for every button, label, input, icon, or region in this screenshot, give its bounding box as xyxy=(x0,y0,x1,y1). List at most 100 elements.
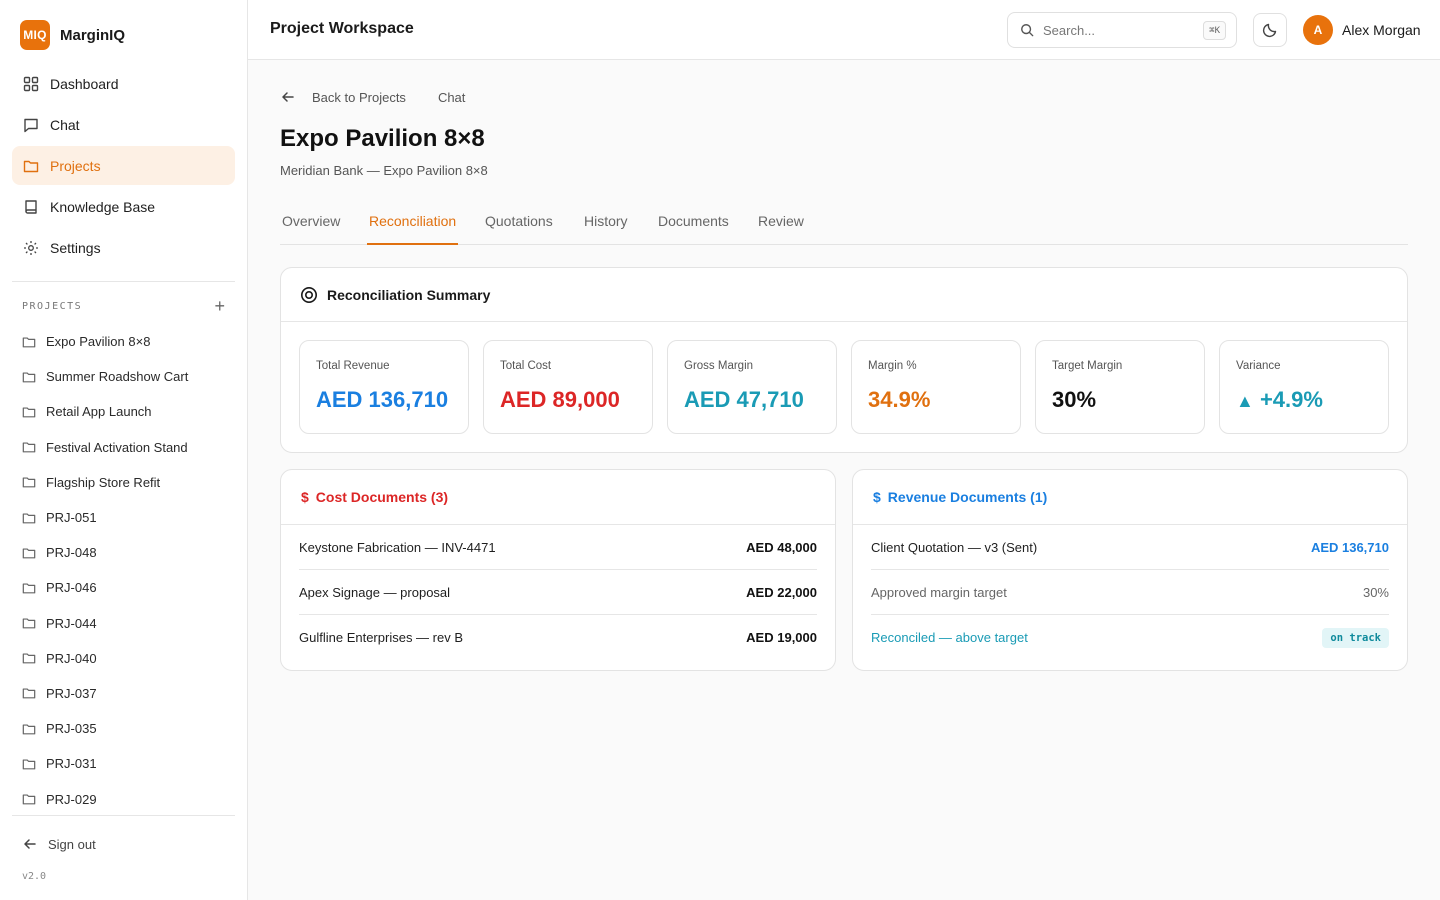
sidebar-divider xyxy=(12,281,235,282)
revenue-documents-title: Revenue Documents (1) xyxy=(887,489,1048,505)
project-list-item[interactable]: PRJ-051 xyxy=(22,500,232,535)
project-name: PRJ-029 xyxy=(46,791,97,807)
project-list-item[interactable]: Flagship Store Refit xyxy=(22,465,232,500)
brand-logo: MIQ xyxy=(20,20,50,50)
project-list-item[interactable]: Expo Pavilion 8×8 xyxy=(22,324,232,359)
folder-icon xyxy=(22,335,36,349)
project-list-item[interactable]: PRJ-037 xyxy=(22,676,232,711)
metric-value: 34.9% xyxy=(868,387,931,412)
project-list: Expo Pavilion 8×8 Summer Roadshow Cart R… xyxy=(22,324,232,817)
sidebar-nav: Dashboard Chat Projects Knowledge Base S… xyxy=(12,64,235,269)
grid-icon xyxy=(22,75,40,93)
project-name: Summer Roadshow Cart xyxy=(46,369,189,385)
folder-icon xyxy=(22,792,36,806)
metric-variance: Variance ▲ +4.9% xyxy=(1219,340,1389,434)
project-name: PRJ-040 xyxy=(46,650,97,666)
user-menu[interactable]: A Alex Morgan xyxy=(1303,15,1421,45)
projects-header-label: PROJECTS xyxy=(22,300,83,312)
cost-documents-header: $ Cost Documents (3) xyxy=(281,470,835,525)
search-box[interactable]: ⌘K xyxy=(1007,12,1237,48)
table-row[interactable]: Apex Signage — proposal AED 22,000 xyxy=(299,570,817,615)
metric-value-wrap: ▲ +4.9% xyxy=(1236,387,1323,413)
document-name: Gulfline Enterprises — rev B xyxy=(299,630,464,645)
project-list-item[interactable]: PRJ-035 xyxy=(22,711,232,746)
project-list-item[interactable]: Festival Activation Stand xyxy=(22,430,232,465)
table-row[interactable]: Client Quotation — v3 (Sent) AED 136,710 xyxy=(871,525,1389,570)
project-list-item[interactable]: Summer Roadshow Cart xyxy=(22,359,232,394)
project-name: PRJ-037 xyxy=(46,685,97,701)
table-row[interactable]: Gulfline Enterprises — rev B AED 19,000 xyxy=(299,615,817,660)
folder-icon xyxy=(22,370,36,384)
triangle-up-icon: ▲ xyxy=(1236,391,1254,411)
document-name: Keystone Fabrication — INV-4471 xyxy=(299,539,496,555)
tab-overview[interactable]: Overview xyxy=(282,213,340,245)
avatar: A xyxy=(1303,15,1333,45)
sidebar-item-label: Settings xyxy=(50,239,101,256)
folder-icon xyxy=(22,651,36,665)
tab-reconciliation[interactable]: Reconciliation xyxy=(367,213,459,245)
project-name: Flagship Store Refit xyxy=(46,474,161,490)
project-list-item[interactable]: PRJ-046 xyxy=(22,570,232,605)
sign-out-label: Sign out xyxy=(48,836,96,852)
document-name: Client Quotation — v3 (Sent) xyxy=(871,539,1038,555)
project-list-item[interactable]: PRJ-029 xyxy=(22,781,232,816)
sidebar: MIQ MarginIQ Dashboard Chat Projects Kno… xyxy=(0,0,248,900)
margin-target-label: Approved margin target xyxy=(871,584,1007,600)
sidebar-item-label: Knowledge Base xyxy=(50,198,156,215)
app-version: v2.0 xyxy=(22,871,47,882)
brand-name: MarginIQ xyxy=(60,26,126,44)
metric-label: Target Margin xyxy=(1052,360,1123,372)
breadcrumb-current[interactable]: Chat xyxy=(438,90,465,105)
sidebar-item-chat[interactable]: Chat xyxy=(12,105,235,144)
project-name: Festival Activation Stand xyxy=(46,439,188,455)
search-shortcut-hint: ⌘K xyxy=(1203,21,1226,40)
tab-documents[interactable]: Documents xyxy=(658,213,729,245)
book-icon xyxy=(22,198,40,216)
moon-icon xyxy=(1262,22,1278,38)
sidebar-item-settings[interactable]: Settings xyxy=(12,228,235,267)
tab-review[interactable]: Review xyxy=(758,213,804,245)
folder-icon xyxy=(22,757,36,771)
metric-value: 30% xyxy=(1052,387,1097,412)
sidebar-item-projects[interactable]: Projects xyxy=(12,146,235,185)
project-list-item[interactable]: PRJ-044 xyxy=(22,606,232,641)
project-name: Expo Pavilion 8×8 xyxy=(46,334,151,350)
project-name: Retail App Launch xyxy=(46,404,152,420)
folder-icon xyxy=(22,722,36,736)
sidebar-item-knowledge-base[interactable]: Knowledge Base xyxy=(12,187,235,226)
project-name: PRJ-051 xyxy=(46,510,97,526)
theme-toggle-button[interactable] xyxy=(1253,13,1287,47)
search-input[interactable] xyxy=(1043,22,1183,38)
gear-icon xyxy=(22,239,40,257)
arrow-left-icon[interactable] xyxy=(280,89,296,105)
reconciliation-summary-card: Reconciliation Summary Total Revenue AED… xyxy=(280,267,1408,453)
metric-total-revenue: Total Revenue AED 136,710 xyxy=(299,340,469,434)
project-list-item[interactable]: Retail App Launch xyxy=(22,394,232,429)
breadcrumb: Back to Projects Chat xyxy=(280,89,465,105)
document-amount: AED 136,710 xyxy=(1310,539,1389,555)
sign-out-button[interactable]: Sign out xyxy=(22,836,96,852)
metric-total-cost: Total Cost AED 89,000 xyxy=(483,340,653,434)
metric-target-margin: Target Margin 30% xyxy=(1035,340,1205,434)
cost-documents-list: Keystone Fabrication — INV-4471 AED 48,0… xyxy=(281,525,835,660)
folder-icon xyxy=(22,546,36,560)
sidebar-item-dashboard[interactable]: Dashboard xyxy=(12,64,235,103)
brand[interactable]: MIQ MarginIQ xyxy=(20,20,125,50)
back-to-projects-link[interactable]: Back to Projects xyxy=(312,90,406,105)
target-icon xyxy=(300,286,318,304)
add-project-button[interactable]: + xyxy=(214,297,225,315)
project-list-item[interactable]: PRJ-040 xyxy=(22,641,232,676)
tab-history[interactable]: History xyxy=(584,213,628,245)
folder-icon xyxy=(22,686,36,700)
page-title: Expo Pavilion 8×8 xyxy=(280,125,485,152)
table-row[interactable]: Keystone Fabrication — INV-4471 AED 48,0… xyxy=(299,525,817,570)
folder-icon xyxy=(22,581,36,595)
project-list-item[interactable]: PRJ-031 xyxy=(22,746,232,781)
metric-value: AED 89,000 xyxy=(500,387,620,412)
revenue-documents-header: $ Revenue Documents (1) xyxy=(853,470,1407,525)
project-name: PRJ-046 xyxy=(46,580,97,596)
project-list-item[interactable]: PRJ-048 xyxy=(22,535,232,570)
folder-icon xyxy=(22,157,40,175)
metric-value: +4.9% xyxy=(1259,387,1323,412)
tab-quotations[interactable]: Quotations xyxy=(485,213,553,245)
